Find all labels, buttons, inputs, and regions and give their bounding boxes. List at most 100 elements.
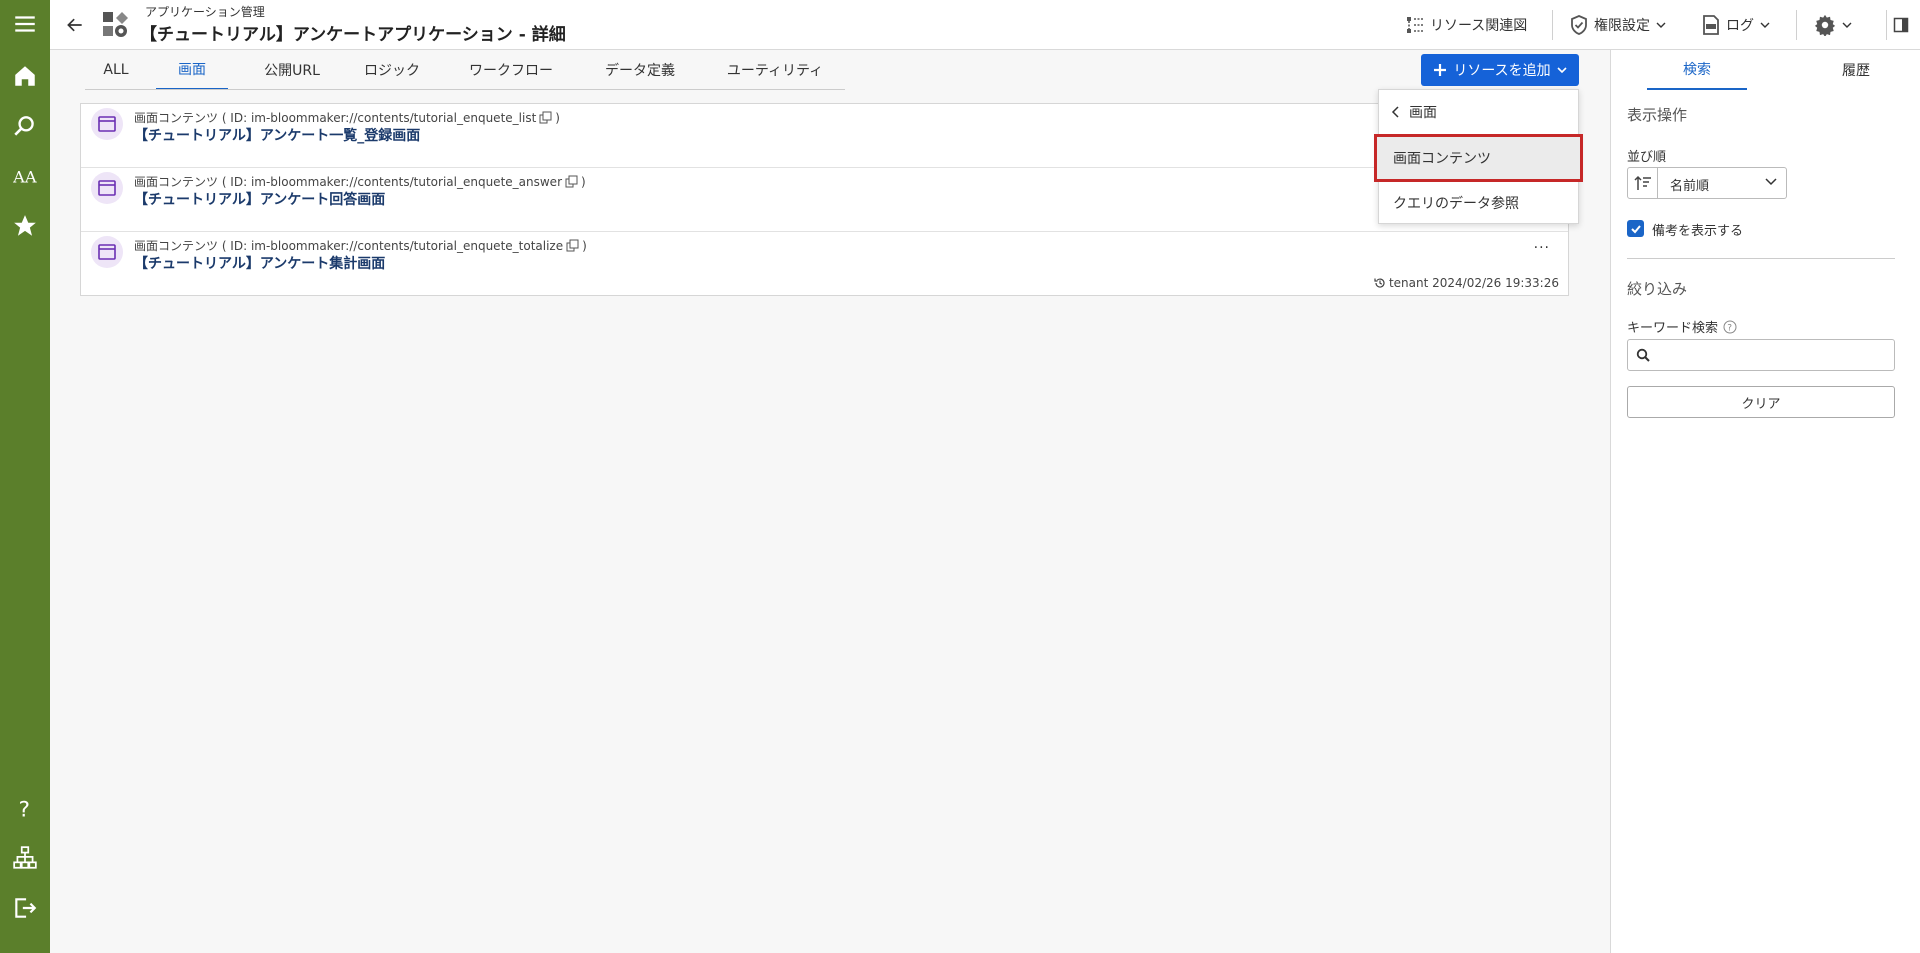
breadcrumb[interactable]: アプリケーション管理: [145, 3, 265, 20]
resource-id: 画面コンテンツ ( ID: im-bloommaker://contents/t…: [134, 239, 564, 253]
settings-button[interactable]: [1814, 12, 1852, 38]
sort-value: 名前順: [1670, 179, 1710, 194]
resource-id: 画面コンテンツ ( ID: im-bloommaker://contents/t…: [134, 175, 562, 189]
tab-utility[interactable]: ユーティリティ: [715, 50, 835, 90]
keyword-search-field[interactable]: [1627, 339, 1895, 371]
copy-icon[interactable]: [566, 239, 579, 252]
add-resource-label: リソースを追加: [1453, 63, 1551, 79]
keyword-search-label-row: キーワード検索 ?: [1627, 317, 1737, 336]
toggle-panel-button[interactable]: [1893, 12, 1909, 38]
help-icon[interactable]: ?: [0, 788, 50, 828]
log-button[interactable]: ログ: [1702, 12, 1770, 38]
star-icon[interactable]: [0, 206, 50, 246]
header-divider: [1796, 10, 1797, 40]
list-item-title[interactable]: 【チュートリアル】アンケート一覧_登録画面: [134, 125, 420, 145]
add-resource-dropdown: 画面 画面コンテンツ クエリのデータ参照: [1374, 89, 1583, 225]
gear-icon: [1814, 14, 1836, 36]
list-item-subtitle: 画面コンテンツ ( ID: im-bloommaker://contents/t…: [134, 173, 586, 190]
copy-icon[interactable]: [565, 175, 578, 188]
header-divider: [1886, 10, 1887, 40]
resource-id-close: ): [582, 238, 587, 253]
sort-label: 並び順: [1627, 150, 1667, 165]
svg-text:?: ?: [1727, 323, 1732, 333]
resource-tabs: ALL 画面 公開URL ロジック ワークフロー データ定義 ユーティリティ: [50, 50, 1610, 90]
permissions-label: 権限設定: [1594, 18, 1650, 34]
chevron-down-icon: [1760, 22, 1770, 28]
menu-back-item[interactable]: 画面: [1379, 90, 1578, 134]
left-rail: AA ?: [0, 0, 50, 953]
tab-public-url[interactable]: 公開URL: [250, 50, 334, 90]
log-label: ログ: [1726, 18, 1754, 34]
chevron-left-icon: [1391, 106, 1399, 118]
list-item[interactable]: 画面コンテンツ ( ID: im-bloommaker://contents/t…: [81, 168, 1568, 232]
log-icon: [1703, 15, 1719, 35]
tabs-underline: [85, 89, 845, 90]
keyword-search-input[interactable]: [1658, 344, 1888, 366]
list-item-meta: tenant 2024/02/26 19:33:26: [1374, 276, 1559, 290]
add-resource-button[interactable]: リソースを追加: [1421, 54, 1579, 86]
resource-id-close: ): [555, 110, 560, 125]
sitemap-icon[interactable]: [0, 838, 50, 878]
tab-data-definition[interactable]: データ定義: [590, 50, 690, 90]
permissions-button[interactable]: 権限設定: [1570, 12, 1666, 38]
clear-button[interactable]: クリア: [1627, 386, 1895, 418]
home-icon[interactable]: [0, 56, 50, 96]
back-arrow-icon[interactable]: [62, 12, 88, 38]
header-divider: [1552, 10, 1553, 40]
list-item[interactable]: 画面コンテンツ ( ID: im-bloommaker://contents/t…: [81, 232, 1568, 295]
menu-item-screen-content[interactable]: 画面コンテンツ: [1374, 134, 1583, 182]
svg-text:AA: AA: [12, 168, 37, 187]
list-item-subtitle: 画面コンテンツ ( ID: im-bloommaker://contents/t…: [134, 109, 560, 126]
show-notes-label[interactable]: 備考を表示する: [1652, 220, 1743, 239]
resource-map-button[interactable]: リソース関連図: [1406, 12, 1527, 38]
shield-icon: [1571, 15, 1587, 35]
tab-history[interactable]: 履歴: [1806, 50, 1906, 90]
menu-icon[interactable]: [0, 4, 50, 44]
tab-screen[interactable]: 画面: [156, 50, 228, 90]
chevron-down-icon: [1765, 178, 1777, 186]
tab-all[interactable]: ALL: [90, 50, 142, 90]
copy-icon[interactable]: [539, 111, 552, 124]
screen-content-icon: [91, 108, 123, 140]
screen-content-icon: [91, 236, 123, 268]
chevron-down-icon: [1842, 22, 1852, 28]
resource-list: 画面コンテンツ ( ID: im-bloommaker://contents/t…: [80, 103, 1569, 296]
tab-search[interactable]: 検索: [1647, 50, 1747, 90]
plus-icon: [1434, 64, 1447, 76]
right-panel: 検索 履歴 表示操作 並び順 名前順 備考を表示する 絞り込み キーワード検索 …: [1610, 50, 1920, 953]
resource-id-close: ): [581, 174, 586, 189]
sort-icon[interactable]: [1628, 168, 1658, 198]
tab-logic[interactable]: ロジック: [350, 50, 434, 90]
updated-info: tenant 2024/02/26 19:33:26: [1388, 276, 1559, 290]
page-title: 【チュートリアル】アンケートアプリケーション - 詳細: [140, 25, 566, 45]
font-icon[interactable]: AA: [0, 156, 50, 196]
resource-id: 画面コンテンツ ( ID: im-bloommaker://contents/t…: [134, 111, 537, 125]
tab-workflow[interactable]: ワークフロー: [455, 50, 567, 90]
help-icon[interactable]: ?: [1723, 320, 1737, 334]
list-item-title[interactable]: 【チュートリアル】アンケート回答画面: [134, 189, 385, 209]
filter-heading: 絞り込み: [1627, 280, 1688, 298]
header: アプリケーション管理 【チュートリアル】アンケートアプリケーション - 詳細 リ…: [50, 0, 1920, 50]
resource-map-label: リソース関連図: [1430, 18, 1528, 34]
panel-toggle-icon: [1893, 17, 1909, 33]
app-logo-icon: [100, 10, 130, 40]
keyword-search-label: キーワード検索: [1627, 321, 1719, 336]
sort-select[interactable]: 名前順: [1627, 167, 1787, 199]
screen-content-icon: [91, 172, 123, 204]
more-options-icon[interactable]: ···: [1534, 240, 1550, 256]
list-item-subtitle: 画面コンテンツ ( ID: im-bloommaker://contents/t…: [134, 237, 587, 254]
resource-map-icon: [1407, 17, 1423, 33]
chevron-down-icon: [1656, 22, 1666, 28]
show-notes-checkbox[interactable]: [1627, 220, 1644, 237]
display-ops-heading: 表示操作: [1627, 106, 1688, 124]
menu-item-query-data-reference[interactable]: クエリのデータ参照: [1379, 181, 1578, 225]
logout-icon[interactable]: [0, 888, 50, 928]
chevron-down-icon: [1557, 67, 1567, 74]
history-icon: [1374, 278, 1385, 288]
list-item[interactable]: 画面コンテンツ ( ID: im-bloommaker://contents/t…: [81, 104, 1568, 168]
check-icon: [1630, 224, 1641, 233]
list-item-title[interactable]: 【チュートリアル】アンケート集計画面: [134, 253, 385, 273]
search-icon: [1636, 348, 1650, 362]
search-icon[interactable]: [0, 106, 50, 146]
svg-text:?: ?: [19, 798, 30, 821]
